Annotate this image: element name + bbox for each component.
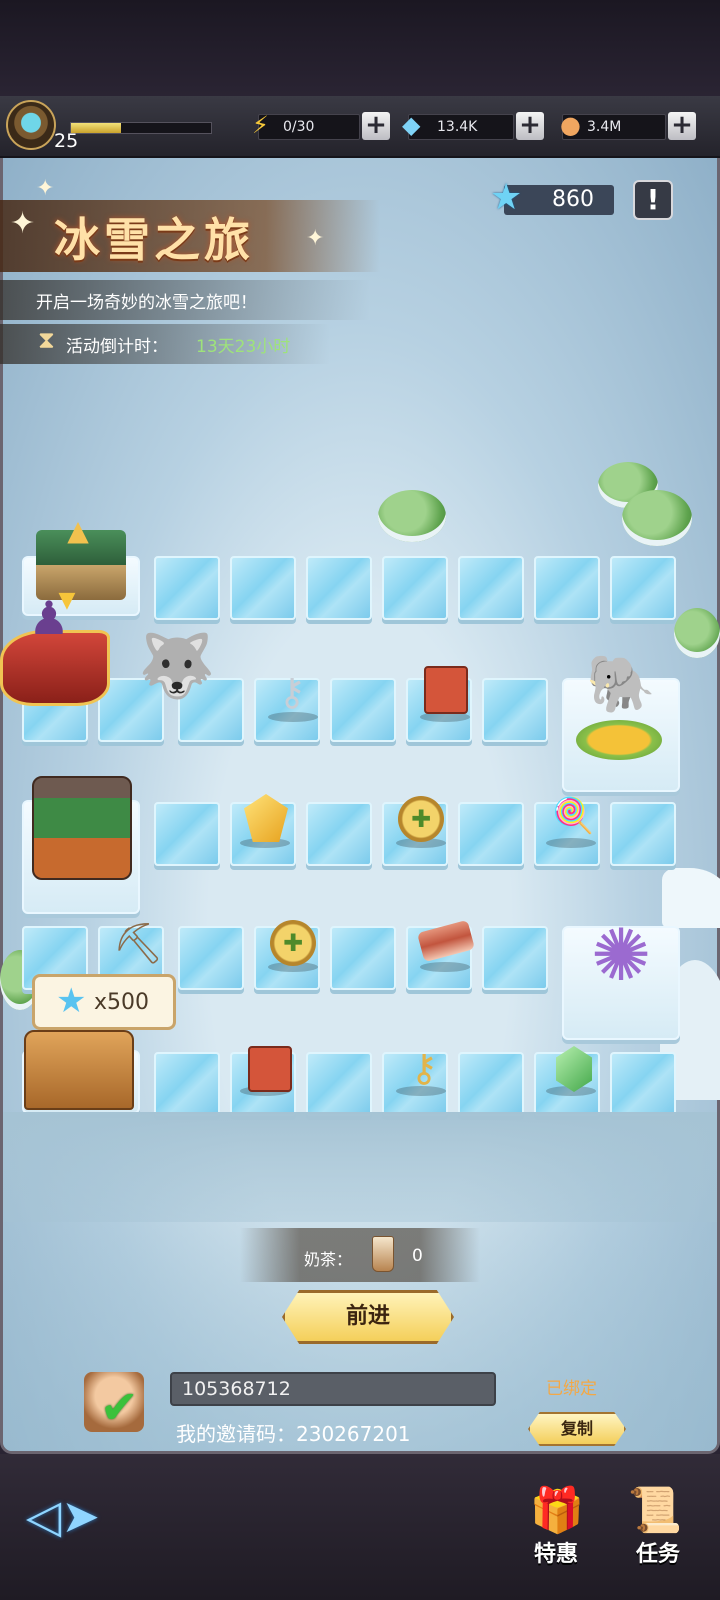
pickaxe-icon: ⛏: [112, 921, 164, 967]
board-tile[interactable]: [306, 802, 372, 866]
board-tile[interactable]: [482, 926, 548, 990]
tnt-box-icon: [424, 666, 468, 714]
level-emblem-icon[interactable]: [6, 100, 56, 150]
board-tile[interactable]: [458, 1052, 524, 1116]
status-bar-area: [0, 0, 720, 96]
milk-tea-icon: [372, 1236, 394, 1272]
my-invite-code: 我的邀请码：230267201: [176, 1422, 411, 1446]
add-energy-button[interactable]: +: [362, 112, 390, 140]
bound-status: 已绑定: [546, 1379, 597, 1399]
board-tile[interactable]: [330, 678, 396, 742]
gold-key-icon: ⚷: [410, 1046, 438, 1090]
advance-button[interactable]: 前进: [282, 1290, 454, 1344]
board-tile[interactable]: [178, 926, 244, 990]
milktea-bar: [240, 1228, 480, 1282]
gold-coin-icon: ✚: [270, 920, 316, 966]
board-tile[interactable]: [458, 802, 524, 866]
item-shadow: [420, 962, 470, 972]
elephant-icon: 🐘: [586, 652, 656, 717]
lollipop-icon: 🍭: [552, 796, 595, 836]
snowy-bush-icon: [622, 490, 692, 546]
board-tile[interactable]: [306, 556, 372, 620]
xp-fill: [71, 123, 122, 133]
silver-key-icon: ⚷: [278, 670, 306, 714]
milktea-count: 0: [412, 1246, 423, 1266]
board-tile[interactable]: [306, 1052, 372, 1116]
star-icon: ★: [56, 981, 87, 1021]
info-button[interactable]: !: [633, 180, 673, 220]
sparkle-icon: ✦: [306, 226, 325, 251]
add-coins-button[interactable]: +: [668, 112, 696, 140]
back-arrow-icon[interactable]: ◁➤: [26, 1490, 116, 1542]
xp-bar: [70, 122, 212, 134]
energy-counter: 0/30: [258, 114, 360, 140]
snow-mountain: [662, 868, 720, 928]
deals-label[interactable]: 特惠: [534, 1536, 578, 1568]
board-fade: [3, 1112, 717, 1222]
star-icon: ★: [490, 177, 523, 218]
check-icon: ✔: [100, 1380, 139, 1434]
board-tile[interactable]: [154, 556, 220, 620]
sparkle-icon: ✦: [10, 206, 36, 241]
board-tile[interactable]: [482, 678, 548, 742]
lightning-icon: ⚡: [252, 111, 269, 139]
player-level: 25: [54, 130, 79, 152]
gems-counter: 13.4K: [408, 114, 514, 140]
board-tile[interactable]: [154, 802, 220, 866]
reward-amount: x500: [94, 990, 150, 1015]
coin-icon: ●: [560, 111, 581, 139]
sparkle-icon: ✦: [36, 176, 55, 201]
invite-code-input[interactable]: 105368712: [170, 1372, 496, 1406]
event-subtitle: 开启一场奇妙的冰雪之旅吧！: [36, 293, 257, 313]
add-gems-button[interactable]: +: [516, 112, 544, 140]
tnt-box-icon: [248, 1046, 292, 1092]
countdown-label: 活动倒计时：: [66, 337, 168, 357]
food-cart-icon: [32, 776, 132, 880]
popcorn-icon: ▲: [67, 514, 89, 547]
board-tile[interactable]: [610, 556, 676, 620]
board-tile[interactable]: [330, 926, 396, 990]
fountain-icon: [576, 720, 662, 760]
snowy-bush-icon: [378, 490, 446, 542]
milktea-label: 奶茶：: [304, 1250, 353, 1269]
crystal-icon: ◆: [402, 111, 421, 139]
gold-coin-icon: ✚: [398, 796, 444, 842]
player-marker-icon: ▼: [58, 588, 76, 613]
board-tile[interactable]: [610, 802, 676, 866]
board-tile[interactable]: [154, 1052, 220, 1116]
countdown-value: 13天23小时: [196, 337, 291, 357]
event-title: 冰雪之旅: [54, 213, 254, 267]
observatory-icon: [24, 1030, 134, 1110]
copy-button[interactable]: 复制: [528, 1412, 626, 1446]
tasks-label[interactable]: 任务: [636, 1536, 680, 1568]
board-tile[interactable]: [610, 1052, 676, 1116]
board-tile[interactable]: [458, 556, 524, 620]
hourglass-icon: ⧗: [38, 326, 55, 354]
ferris-wheel-icon: ✺: [590, 913, 652, 997]
snowy-bush-icon: [674, 608, 720, 658]
board-tile[interactable]: [534, 556, 600, 620]
board-tile[interactable]: [230, 556, 296, 620]
wolf-icon: 🐺: [138, 629, 216, 702]
board-tile[interactable]: [382, 556, 448, 620]
